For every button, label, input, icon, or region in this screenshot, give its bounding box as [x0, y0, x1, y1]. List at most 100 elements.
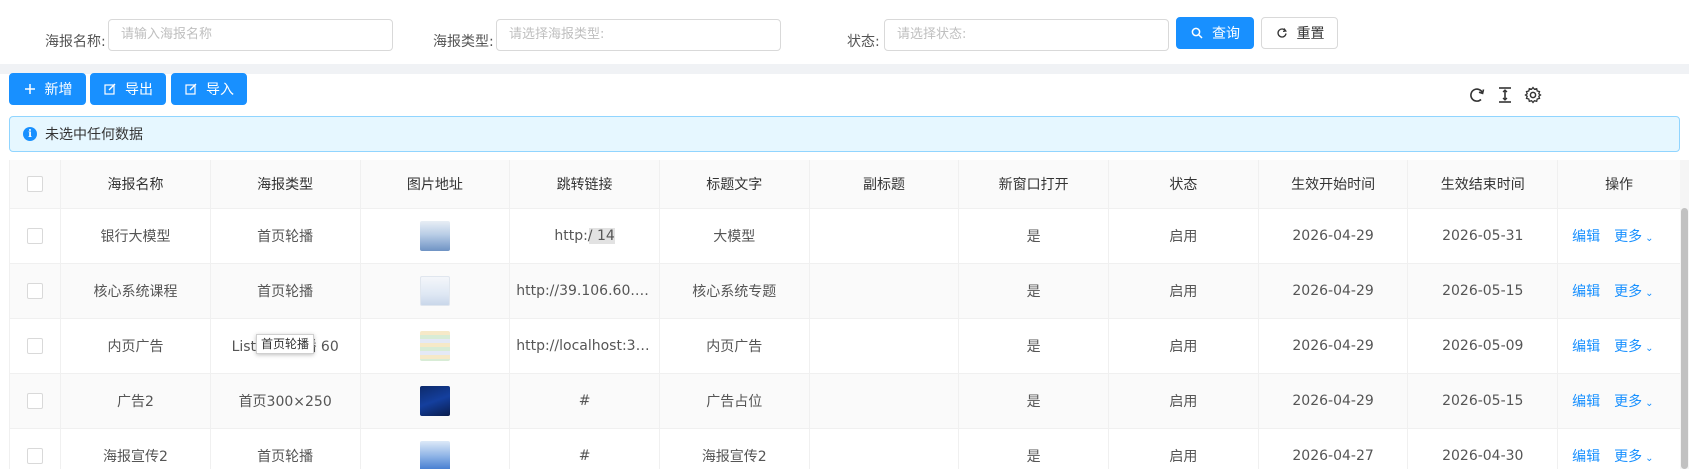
row-checkbox[interactable] [27, 227, 44, 244]
cell-subtitle [809, 428, 960, 469]
status-select[interactable]: 请选择状态: [884, 19, 1169, 51]
cell-status: 启用 [1108, 263, 1259, 319]
row-checkbox[interactable] [27, 392, 44, 409]
edit-link[interactable]: 编辑 [1572, 336, 1600, 356]
add-button[interactable]: 新增 [9, 73, 86, 105]
selection-alert: i 未选中任何数据 [9, 116, 1680, 152]
info-icon: i [23, 127, 37, 141]
row-checkbox[interactable] [27, 337, 44, 354]
reset-button-label: 重置 [1296, 26, 1325, 42]
cell-jump-link: http://39.106.60.214 [509, 263, 660, 319]
header-new-window: 新窗口打开 [958, 160, 1110, 209]
header-title-text: 标题文字 [659, 160, 810, 209]
import-button-label: 导入 [206, 82, 234, 98]
export-button[interactable]: 导出 [90, 73, 166, 105]
poster-type-label: 海报类型: [433, 34, 494, 50]
cell-poster-name: 海报宣传2 [60, 428, 211, 469]
cell-subtitle [809, 373, 960, 429]
poster-type-select[interactable]: 请选择海报类型: [496, 19, 781, 51]
chevron-down-icon: ⌄ [1645, 232, 1654, 244]
query-button-label: 查询 [1212, 26, 1240, 42]
cell-jump-link: http://localhost:300... [509, 318, 660, 374]
reset-button[interactable]: 重置 [1261, 17, 1338, 49]
cell-status: 启用 [1108, 208, 1259, 264]
cell-status: 启用 [1108, 428, 1259, 469]
header-actions: 操作 [1557, 160, 1680, 209]
query-button[interactable]: 查询 [1176, 17, 1254, 49]
poster-thumbnail[interactable] [419, 440, 450, 469]
reset-icon [1275, 26, 1289, 40]
cell-subtitle [809, 263, 960, 319]
chevron-down-icon: ⌄ [1645, 287, 1654, 299]
cell-title-text: 大模型 [659, 208, 810, 264]
selection-alert-text: 未选中任何数据 [45, 127, 143, 143]
header-image-url: 图片地址 [360, 160, 511, 209]
more-dropdown[interactable]: 更多 ⌄ [1614, 446, 1653, 466]
cell-status: 启用 [1108, 318, 1259, 374]
select-all-checkbox[interactable] [27, 175, 44, 192]
cell-jump-link: # [509, 373, 660, 429]
cell-start-time: 2026-04-29 [1258, 208, 1409, 264]
poster-table: 海报名称 海报类型 图片地址 跳转链接 标题文字 副标题 新窗口打开 状态 生效… [9, 160, 1680, 469]
more-dropdown[interactable]: 更多 ⌄ [1614, 336, 1653, 356]
more-dropdown[interactable]: 更多 ⌄ [1614, 391, 1653, 411]
header-subtitle: 副标题 [809, 160, 960, 209]
header-status: 状态 [1108, 160, 1259, 209]
add-button-label: 新增 [44, 82, 73, 98]
cell-end-time: 2026-05-15 [1407, 373, 1559, 429]
cell-start-time: 2026-04-27 [1258, 428, 1409, 469]
cell-poster-type: 首页轮播 [210, 208, 361, 264]
cell-new-window: 是 [958, 208, 1110, 264]
cell-new-window: 是 [958, 318, 1110, 374]
search-icon [1190, 26, 1204, 40]
cell-new-window: 是 [958, 428, 1110, 469]
cell-jump-link: # [509, 428, 660, 469]
cell-status: 启用 [1108, 373, 1259, 429]
poster-thumbnail[interactable] [419, 385, 450, 416]
cell-start-time: 2026-04-29 [1258, 318, 1409, 374]
import-button[interactable]: 导入 [171, 73, 247, 105]
cell-new-window: 是 [958, 373, 1110, 429]
cell-title-text: 海报宣传2 [659, 428, 810, 469]
tooltip: 首页轮播 [256, 334, 315, 354]
header-end-time: 生效结束时间 [1407, 160, 1559, 209]
chevron-down-icon: ⌄ [1645, 397, 1654, 409]
poster-thumbnail[interactable] [419, 275, 450, 306]
gear-icon[interactable] [1523, 85, 1543, 105]
edit-link[interactable]: 编辑 [1572, 391, 1600, 411]
cell-poster-type: 首页300×250 [210, 373, 361, 429]
header-poster-name: 海报名称 [60, 160, 211, 209]
edit-box-icon [184, 82, 198, 96]
poster-thumbnail[interactable] [419, 330, 450, 361]
edit-link[interactable]: 编辑 [1572, 446, 1600, 466]
cell-end-time: 2026-04-30 [1407, 428, 1559, 469]
cell-end-time: 2026-05-31 [1407, 208, 1559, 264]
row-checkbox[interactable] [27, 447, 44, 464]
cell-poster-name: 银行大模型 [60, 208, 211, 264]
table-scrollbar-thumb[interactable] [1681, 208, 1688, 469]
edit-box-icon [103, 82, 117, 96]
refresh-icon[interactable] [1467, 85, 1487, 105]
cell-new-window: 是 [958, 263, 1110, 319]
edit-link[interactable]: 编辑 [1572, 226, 1600, 246]
table-row: 广告2 首页300×250 # 广告占位 是 启用 2026-04-29 202… [10, 373, 1680, 429]
edit-link[interactable]: 编辑 [1572, 281, 1600, 301]
row-checkbox[interactable] [27, 282, 44, 299]
header-poster-type: 海报类型 [210, 160, 361, 209]
cell-subtitle [809, 208, 960, 264]
table-row: 银行大模型 首页轮播 http:/ 14 大模型 是 启用 2026-04-29… [10, 208, 1680, 264]
poster-thumbnail[interactable] [419, 220, 450, 251]
more-dropdown[interactable]: 更多 ⌄ [1614, 226, 1653, 246]
column-height-icon[interactable] [1495, 85, 1515, 105]
cell-end-time: 2026-05-15 [1407, 263, 1559, 319]
cell-poster-name: 内页广告 [60, 318, 211, 374]
cell-title-text: 核心系统专题 [659, 263, 810, 319]
chevron-down-icon: ⌄ [1645, 452, 1654, 464]
cell-title-text: 广告占位 [659, 373, 810, 429]
cell-title-text: 内页广告 [659, 318, 810, 374]
select-all-cell[interactable] [10, 160, 62, 209]
header-jump-link: 跳转链接 [509, 160, 660, 209]
cell-poster-type: 首页轮播 [210, 263, 361, 319]
poster-name-input[interactable]: 请输入海报名称 [108, 19, 393, 51]
more-dropdown[interactable]: 更多 ⌄ [1614, 281, 1653, 301]
